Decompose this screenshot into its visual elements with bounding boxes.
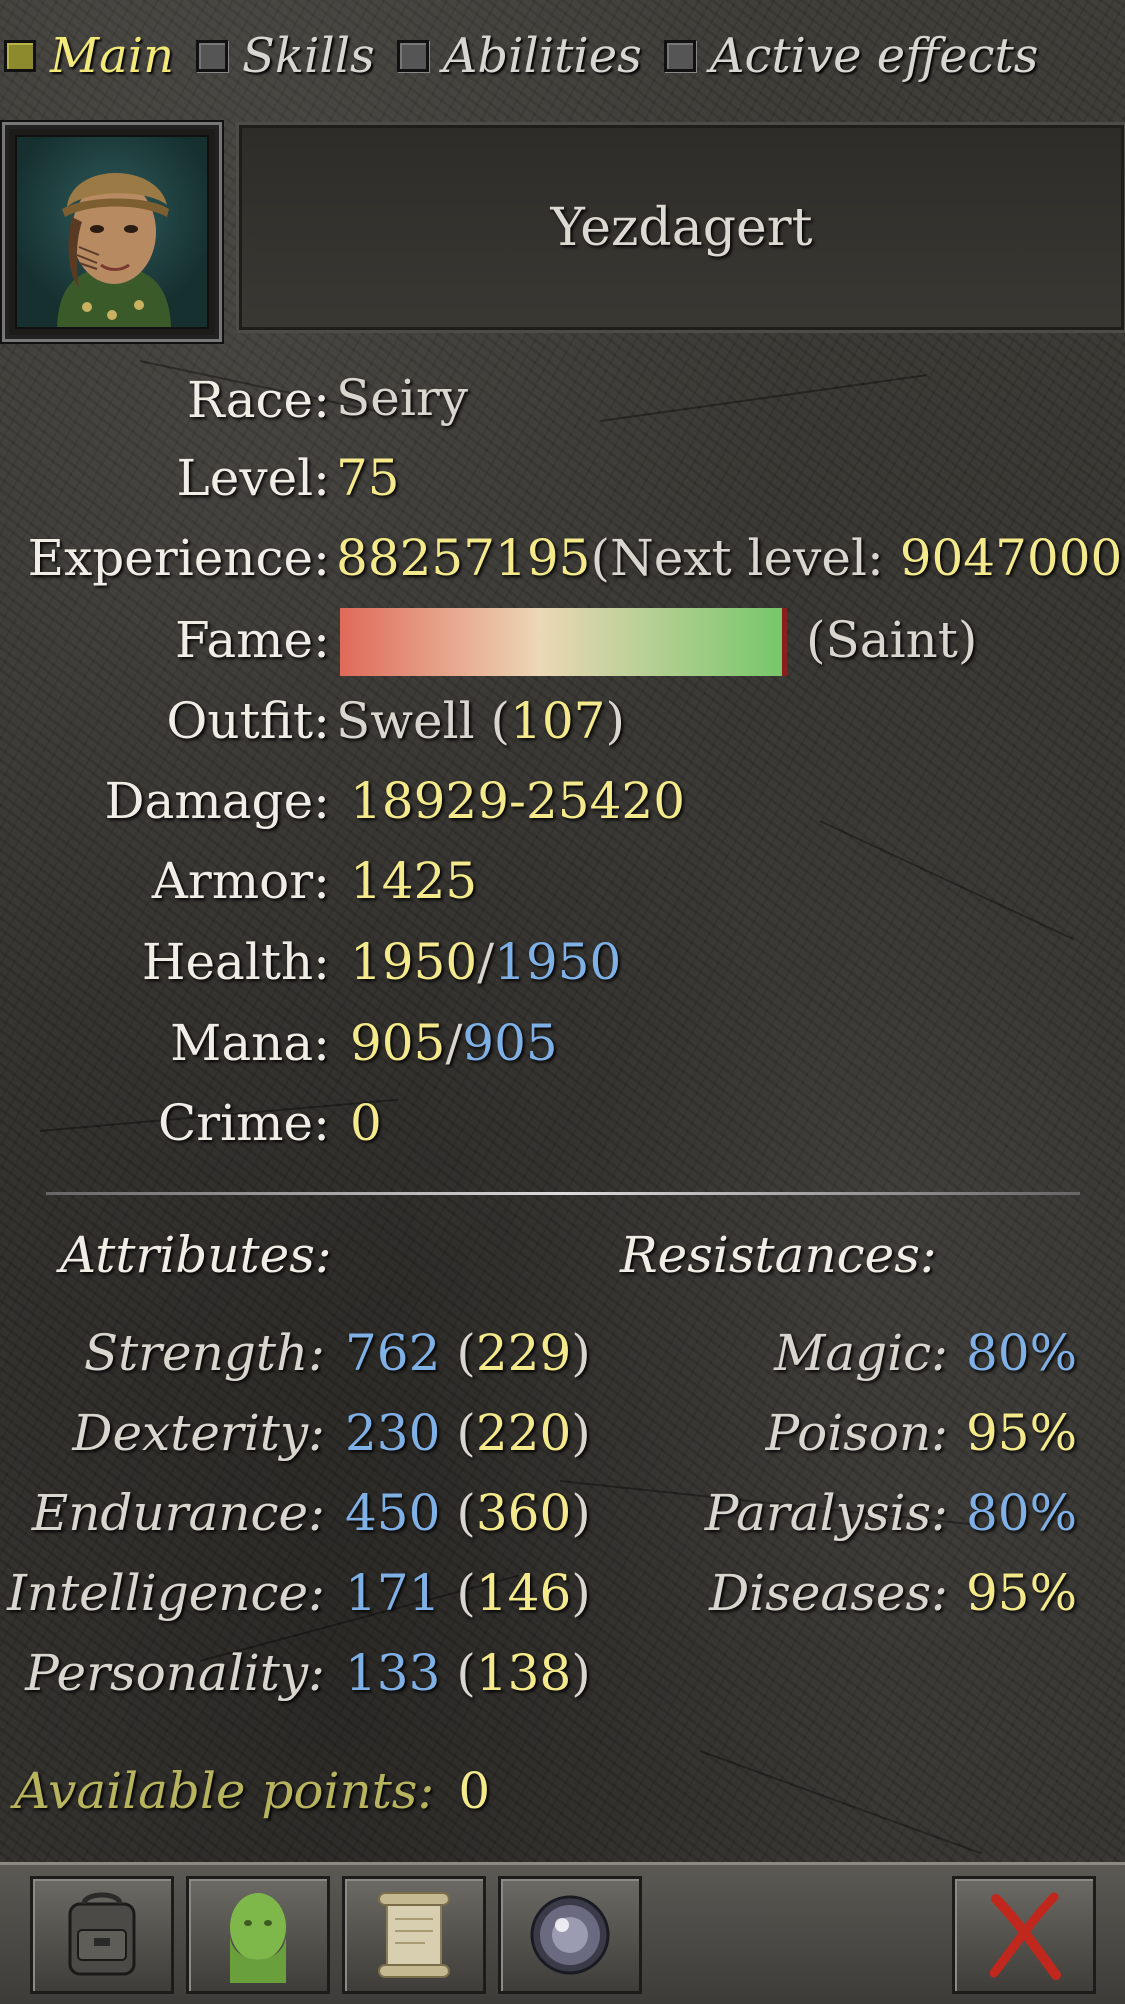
- attribute-value: 133: [345, 1644, 441, 1702]
- close-button[interactable]: [952, 1876, 1096, 1994]
- character-name-panel: Yezdagert: [236, 122, 1125, 333]
- stat-outfit-close: ): [605, 692, 625, 750]
- stat-health-max: 1950: [494, 933, 622, 991]
- tab-main-checkbox[interactable]: [4, 40, 36, 72]
- portrait-face-icon: [57, 172, 171, 327]
- stat-fame-title: (Saint): [806, 611, 978, 669]
- resistance-label: Poison:: [765, 1404, 948, 1462]
- stat-mana-sep: /: [445, 1014, 463, 1072]
- tab-abilities[interactable]: Abilities: [396, 28, 642, 84]
- tab-skills[interactable]: Skills: [196, 28, 375, 84]
- tab-skills-checkbox[interactable]: [196, 40, 229, 72]
- stat-experience-value: 88257195: [336, 529, 591, 587]
- stat-race-value: Seiry: [336, 369, 468, 427]
- available-points-label: Available points:: [14, 1762, 435, 1820]
- resistance-value: 95%: [966, 1564, 1078, 1622]
- stat-damage-label: Damage:: [104, 772, 330, 830]
- scroll-icon: [378, 1892, 450, 1978]
- tab-main[interactable]: Main: [4, 28, 174, 84]
- character-button[interactable]: [186, 1876, 330, 1994]
- stat-experience-label: Experience:: [27, 529, 330, 587]
- attribute-base: 138: [475, 1644, 572, 1702]
- resistances-heading-text: Resistances:: [620, 1226, 937, 1284]
- available-points-value: 0: [458, 1762, 491, 1820]
- resistance-label: Diseases:: [709, 1564, 948, 1622]
- resistance-row: Magic: 80%: [0, 1318, 1125, 1388]
- available-points: Available points: 0: [14, 1756, 490, 1826]
- stat-damage-value: 18929-25420: [350, 772, 686, 830]
- attribute-row: Personality: 133 (138): [25, 1644, 591, 1702]
- magic-button[interactable]: [498, 1876, 642, 1994]
- portrait-image: [15, 135, 209, 329]
- quests-button[interactable]: [342, 1876, 486, 1994]
- stat-outfit: Outfit: Swell (107): [0, 686, 1125, 756]
- attribute-label: Personality:: [25, 1644, 325, 1702]
- tab-active-effects[interactable]: Active effects: [663, 28, 1039, 84]
- stat-armor: Armor: 1425: [0, 846, 1125, 916]
- stat-health-sep: /: [477, 933, 495, 991]
- tab-abilities-checkbox[interactable]: [396, 40, 429, 72]
- stat-outfit-value: 107: [510, 692, 606, 750]
- stat-experience-next-value: 90470000: [899, 529, 1125, 587]
- tab-bar: Main Skills Abilities Active effects: [0, 0, 1125, 112]
- stat-experience: Experience: 88257195(Next level: 9047000…: [0, 523, 1125, 593]
- crystal-orb-icon: [530, 1895, 610, 1975]
- attributes-heading-text: Attributes:: [60, 1226, 332, 1284]
- stat-level-label: Level:: [176, 449, 330, 507]
- stat-outfit-name: Swell: [336, 692, 475, 750]
- resistance-value: 80%: [966, 1324, 1078, 1382]
- stat-experience-next-prefix: (Next level:: [590, 529, 900, 587]
- resistance-row: Paralysis: 80%: [0, 1478, 1125, 1548]
- fame-meter: [340, 608, 787, 676]
- stat-crime-label: Crime:: [158, 1094, 330, 1152]
- inventory-button[interactable]: [30, 1876, 174, 1994]
- resistance-label: Paralysis:: [704, 1484, 948, 1542]
- stat-mana-current: 905: [350, 1014, 446, 1072]
- stat-crime: Crime: 0: [0, 1088, 1125, 1158]
- stat-outfit-open: (: [490, 692, 511, 750]
- resistance-row: Diseases: 95%: [0, 1558, 1125, 1628]
- character-head-icon: [230, 1893, 286, 1983]
- stat-fame-label: Fame:: [175, 611, 330, 669]
- resistance-value: 95%: [966, 1404, 1078, 1462]
- stat-crime-value: 0: [350, 1094, 382, 1152]
- stat-race: Race: Seiry: [0, 363, 1125, 433]
- stat-armor-label: Armor:: [151, 852, 330, 910]
- stat-mana: Mana: 905/905: [0, 1008, 1125, 1078]
- stat-level: Level: 75: [0, 443, 1125, 513]
- tab-abilities-label: Abilities: [442, 28, 642, 84]
- tab-active-effects-checkbox[interactable]: [663, 40, 696, 72]
- character-name: Yezdagert: [550, 197, 813, 258]
- stat-race-label: Race:: [186, 371, 330, 429]
- resistance-row: Poison: 95%: [0, 1398, 1125, 1468]
- stat-damage: Damage: 18929-25420: [0, 766, 1125, 836]
- stat-mana-label: Mana:: [170, 1014, 330, 1072]
- stat-mana-max: 905: [462, 1014, 558, 1072]
- close-x-icon: [989, 1892, 1061, 1980]
- tab-main-label: Main: [50, 28, 175, 84]
- resistances-heading: Resistances:: [620, 1220, 937, 1290]
- stat-health-label: Health:: [141, 933, 330, 991]
- resistance-label: Magic:: [774, 1324, 948, 1382]
- attributes-heading: Attributes:: [60, 1220, 332, 1290]
- tab-skills-label: Skills: [242, 28, 375, 84]
- stat-armor-value: 1425: [350, 852, 478, 910]
- stat-outfit-label: Outfit:: [166, 692, 330, 750]
- resistance-value: 80%: [966, 1484, 1078, 1542]
- character-portrait: [2, 122, 222, 342]
- backpack-icon: [68, 1892, 136, 1976]
- stat-health: Health: 1950/1950: [0, 927, 1125, 997]
- tab-active-effects-label: Active effects: [709, 28, 1039, 84]
- stat-level-value: 75: [336, 449, 400, 507]
- section-divider: [46, 1192, 1080, 1195]
- stat-health-current: 1950: [350, 933, 478, 991]
